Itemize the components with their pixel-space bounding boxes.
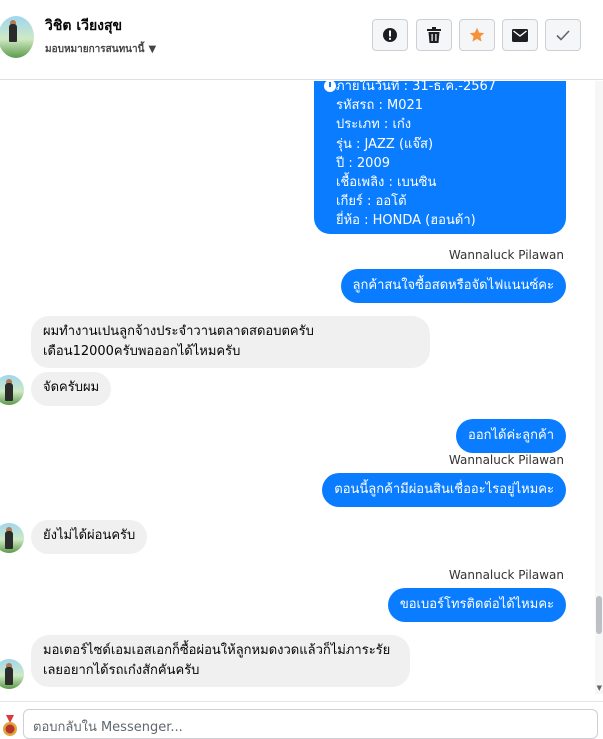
incoming-message[interactable]: ยังไม่ได้ผ่อนครับ <box>31 520 148 554</box>
message-thread[interactable]: ภายในวันที่ : 31-ธ.ค.-2567 รหัสรถ : M021… <box>0 81 603 694</box>
scroll-down-icon[interactable]: ▼ <box>597 684 602 692</box>
outgoing-message[interactable]: ตอนนี้ลูกค้ามีผ่อนสินเชื่ออะไรอยู่ไหมคะ <box>322 473 566 507</box>
message-line: เลยอยากได้รถเก๋งสักคันครับ <box>43 663 200 678</box>
alert-icon <box>383 28 397 42</box>
sender-name: Wannaluck Pilawan <box>448 248 564 262</box>
detail-line: เกียร์ : ออโต้ <box>336 194 407 210</box>
message-line: เดือน12000ครับพอออกได้ไหมครับ <box>43 344 241 359</box>
check-icon <box>556 29 570 41</box>
sender-name: Wannaluck Pilawan <box>448 568 564 582</box>
detail-line: ประเภท : เก๋ง <box>336 117 412 133</box>
detail-line: ภายในวันที่ : 31-ธ.ค.-2567 <box>336 81 497 94</box>
assign-conversation-dropdown[interactable]: มอบหมายการสนทนานี้ ▼ <box>45 42 156 57</box>
outgoing-message[interactable]: ออกได้ค่ะลูกค้า <box>456 419 566 453</box>
report-button[interactable] <box>372 19 408 51</box>
incoming-message[interactable]: จัดครับผม <box>31 372 112 406</box>
composer <box>0 701 603 739</box>
message-line: มอเตอร์ไซด์เอมเอสเอกก็ซื้อผ่อนให้ลูกหมดง… <box>43 643 391 658</box>
incoming-message[interactable]: มอเตอร์ไซด์เอมเอสเอกก็ซื้อผ่อนให้ลูกหมดง… <box>31 635 410 687</box>
contact-avatar[interactable] <box>0 523 24 553</box>
sender-name: Wannaluck Pilawan <box>448 453 564 467</box>
message-line: ผมทำงานเปนลูกจ้างประจำวานตลาดสดอบตครับ <box>43 324 314 339</box>
contact-name[interactable]: วิชิต เวียงสุข <box>45 15 122 37</box>
clock-icon <box>324 81 336 92</box>
vehicle-details-message: ภายในวันที่ : 31-ธ.ค.-2567 รหัสรถ : M021… <box>314 81 566 234</box>
delete-button[interactable] <box>416 19 452 51</box>
outgoing-message[interactable]: ขอเบอร์โทรติดต่อได้ไหมคะ <box>387 588 566 622</box>
conversation-header: วิชิต เวียงสุข มอบหมายการสนทนานี้ ▼ <box>0 0 603 80</box>
detail-line: รหัสรถ : M021 <box>336 98 424 114</box>
medal-icon <box>3 715 17 736</box>
mark-unread-button[interactable] <box>502 19 538 51</box>
outgoing-message[interactable]: ลูกค้าสนใจซื้อสดหรือจัดไฟแนนซ์คะ <box>340 269 566 303</box>
assign-label: มอบหมายการสนทนานี้ <box>45 44 145 55</box>
contact-avatar[interactable] <box>0 375 24 405</box>
caret-down-icon: ▼ <box>148 44 157 55</box>
envelope-icon <box>512 28 528 42</box>
detail-line: ยี่ห้อ : HONDA (ฮอนด้า) <box>336 213 476 229</box>
star-icon <box>469 27 485 42</box>
star-button[interactable] <box>459 19 495 51</box>
scrollbar-thumb[interactable] <box>596 596 602 634</box>
detail-line: ปี : 2009 <box>336 155 390 171</box>
contact-avatar[interactable] <box>0 659 24 689</box>
detail-line: เชื้อเพลิง : เบนซิน <box>336 175 437 191</box>
trash-icon <box>427 27 441 43</box>
detail-line: รุ่น : JAZZ (แจ๊ส) <box>336 136 434 152</box>
contact-avatar[interactable] <box>0 16 34 58</box>
mark-done-button[interactable] <box>545 19 581 51</box>
incoming-message[interactable]: ผมทำงานเปนลูกจ้างประจำวานตลาดสดอบตครับ เ… <box>31 316 430 368</box>
reply-input[interactable] <box>33 716 533 738</box>
